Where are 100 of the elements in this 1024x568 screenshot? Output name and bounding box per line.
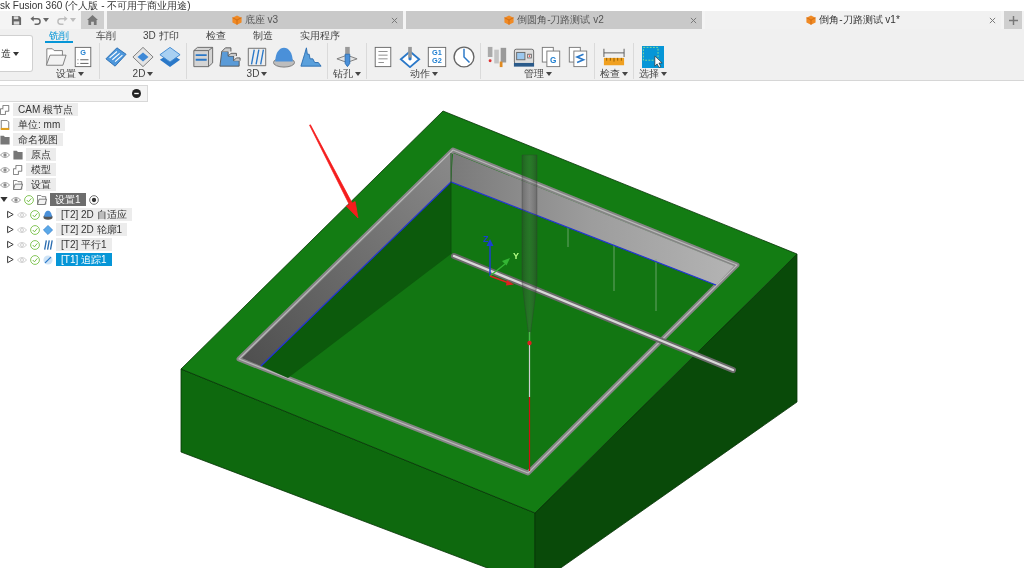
tree-item-label[interactable]: 单位: mm — [13, 118, 66, 131]
caret-icon — [355, 71, 361, 76]
nc-code-button[interactable]: G1 G2 — [426, 46, 448, 68]
tree-item-label[interactable]: 模型 — [26, 163, 56, 176]
expand-caret-icon[interactable] — [6, 225, 14, 234]
plus-icon — [1008, 15, 1018, 25]
eye-icon[interactable] — [0, 149, 10, 160]
lined-page-icon — [372, 46, 394, 68]
group-menu-button[interactable]: 钻孔 — [333, 68, 361, 79]
expand-caret-icon[interactable] — [6, 255, 14, 264]
measure-button[interactable] — [603, 46, 625, 68]
home-tab[interactable] — [81, 11, 104, 29]
new-tab-button[interactable] — [1004, 11, 1022, 29]
pocket-2d-button[interactable] — [132, 46, 154, 68]
tree-item-label[interactable]: 设置1 — [50, 193, 86, 206]
folder-icon — [13, 149, 23, 160]
caret-icon — [13, 51, 19, 56]
group-menu-button[interactable]: 选择 — [639, 68, 667, 79]
caret-icon — [43, 18, 49, 22]
tree-item-label[interactable]: CAM 根节点 — [13, 103, 78, 116]
sheet-stack-button[interactable] — [567, 46, 589, 68]
tree-item-label[interactable]: 设置 — [26, 178, 56, 191]
slanted-lines-icon — [43, 239, 53, 250]
tree-item-label[interactable]: 命名视图 — [13, 133, 63, 146]
tree-item-label[interactable]: [T2] 2D 轮廓1 — [56, 223, 128, 236]
group-menu-button[interactable]: 3D — [246, 68, 268, 79]
tree-item-label[interactable]: [T2] 2D 自适应 — [56, 208, 132, 221]
caret-icon — [261, 71, 268, 76]
eye-icon[interactable] — [0, 179, 10, 190]
group-menu-button[interactable]: 检查 — [600, 68, 628, 79]
home-icon — [87, 15, 98, 25]
tree-item-label[interactable]: [T2] 平行1 — [56, 238, 112, 251]
icon-label: G1 — [432, 48, 442, 58]
caret-icon — [622, 71, 628, 76]
caret-icon — [431, 71, 438, 76]
nested-diamond-icon — [132, 46, 154, 68]
dome-icon — [43, 209, 53, 220]
post-button[interactable]: G — [540, 46, 562, 68]
save-button[interactable] — [11, 14, 22, 26]
stairs-icon — [219, 46, 241, 68]
selection-cursor-icon — [642, 46, 664, 68]
clock-icon — [453, 46, 475, 68]
expand-caret-icon[interactable] — [6, 210, 14, 219]
window-title: sk Fusion 360 (个人版 - 不可用于商业用途) — [0, 0, 191, 11]
group-menu-button[interactable]: 管理 — [523, 68, 552, 79]
ribbon-tab[interactable]: 检查 — [201, 29, 230, 43]
setup-sheet-button[interactable] — [372, 46, 394, 68]
ribbon-tab[interactable]: 3D 打印 — [139, 29, 183, 43]
adaptive-3d-button[interactable] — [192, 46, 214, 68]
group-menu-button[interactable]: 2D — [132, 68, 154, 79]
axis-label: Z — [483, 234, 489, 244]
undo-icon — [30, 14, 41, 26]
caret-icon — [77, 71, 84, 76]
tool-library-button[interactable] — [486, 46, 508, 68]
axis-label: Y — [513, 251, 519, 261]
cube-icon — [504, 15, 515, 25]
nc-doc-button[interactable]: G — [72, 46, 94, 68]
parallel-button[interactable] — [246, 46, 268, 68]
select-button[interactable] — [642, 46, 664, 68]
document-stack-icon — [567, 46, 589, 68]
close-icon[interactable] — [989, 16, 996, 24]
group-menu-button[interactable]: 动作 — [409, 68, 438, 79]
drill-bit-icon — [336, 46, 358, 68]
close-icon[interactable] — [391, 16, 398, 24]
dome-button[interactable] — [273, 46, 295, 68]
jagged-peak-icon — [300, 46, 322, 68]
ribbon-tab[interactable]: 制造 — [248, 29, 277, 43]
eye-icon[interactable] — [0, 164, 10, 175]
collapse-icon[interactable] — [132, 89, 141, 98]
contour-2d-button[interactable] — [159, 46, 181, 68]
diamond-icon — [43, 224, 53, 235]
drill-button[interactable] — [336, 46, 358, 68]
open-folder-icon — [37, 194, 47, 205]
group-menu-button[interactable]: 设置 — [55, 68, 84, 79]
machine-icon — [513, 46, 535, 68]
slash-disc-icon — [43, 254, 53, 265]
undo-button[interactable] — [30, 14, 49, 26]
folder-button[interactable] — [45, 46, 67, 68]
expand-caret-icon[interactable] — [0, 195, 8, 204]
folder-icon — [0, 134, 10, 145]
ribbon-tab[interactable]: 车削 — [92, 29, 120, 43]
tree-item-label[interactable]: 原点 — [26, 148, 56, 161]
probe-button[interactable] — [399, 46, 421, 68]
document-tab[interactable]: 底座 v3 — [107, 11, 403, 29]
document-tab[interactable]: 倒圆角-刀路测试 v2 — [406, 11, 702, 29]
simulate-button[interactable] — [453, 46, 475, 68]
save-icon — [11, 14, 22, 26]
steep-button[interactable] — [219, 46, 241, 68]
caret-icon — [545, 71, 552, 76]
workspace-dropdown[interactable]: 造 — [0, 35, 33, 72]
ribbon-tab[interactable]: 实用程序 — [295, 29, 344, 43]
open-folder-icon — [45, 46, 67, 68]
expand-caret-icon[interactable] — [6, 240, 14, 249]
icon-label: G — [80, 48, 86, 58]
ruler-icon — [603, 46, 625, 68]
scallop-button[interactable] — [300, 46, 322, 68]
machine-button[interactable] — [513, 46, 535, 68]
probe-icon — [399, 46, 421, 68]
adaptive-2d-button[interactable] — [105, 46, 127, 68]
close-icon[interactable] — [690, 16, 697, 24]
